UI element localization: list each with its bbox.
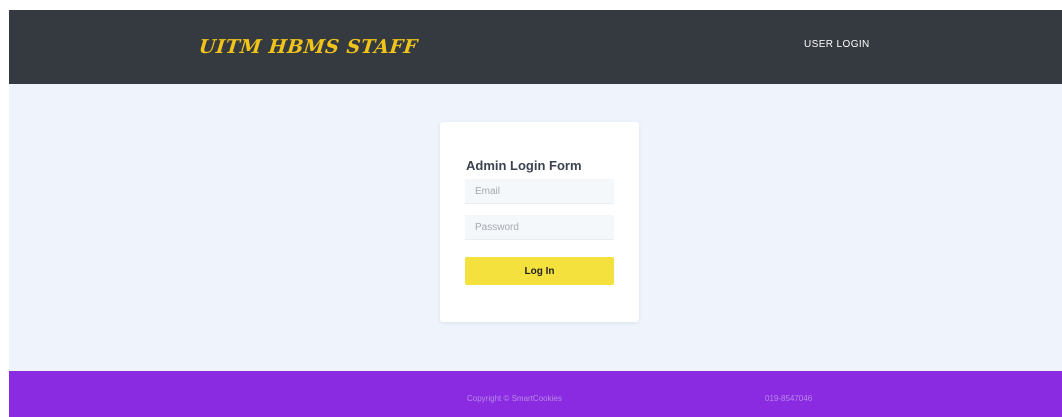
login-card: Admin Login Form Log In: [440, 122, 639, 322]
log-in-button[interactable]: Log In: [465, 257, 614, 285]
page-frame: UITM HBMS STAFF USER LOGIN Admin Login F…: [9, 10, 1062, 417]
email-field[interactable]: [465, 179, 614, 204]
header-bar: UITM HBMS STAFF USER LOGIN: [9, 10, 1062, 84]
brand-logo[interactable]: UITM HBMS STAFF: [198, 36, 419, 58]
footer-phone: 019-8547046: [765, 394, 813, 403]
footer-bar: Copyright © SmartCookies 019-8547046: [9, 371, 1062, 417]
user-login-link[interactable]: USER LOGIN: [804, 39, 870, 50]
password-field[interactable]: [465, 215, 614, 240]
footer-copyright: Copyright © SmartCookies: [467, 394, 562, 403]
login-form-title: Admin Login Form: [466, 158, 582, 173]
